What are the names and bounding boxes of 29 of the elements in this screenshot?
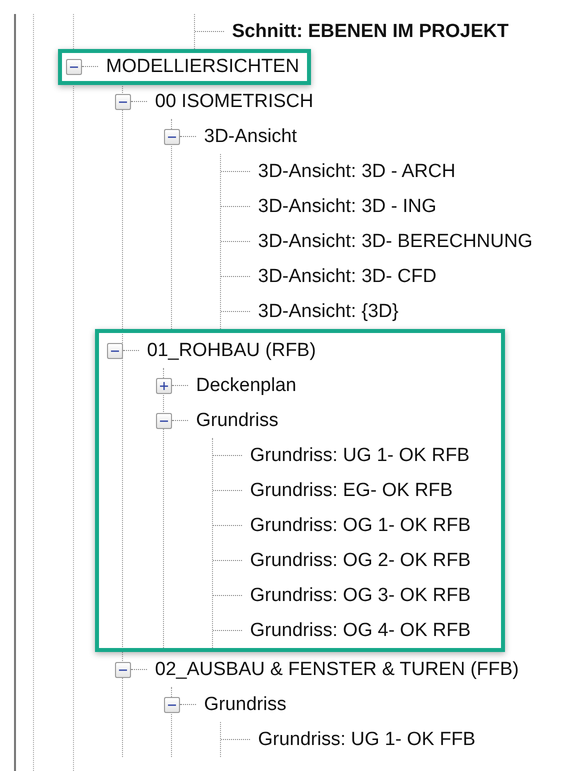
tree-item[interactable]: Grundriss: OG 1- OK RFB	[250, 514, 471, 536]
tree-item[interactable]: Grundriss: UG 1- OK FFB	[258, 728, 476, 750]
collapse-icon[interactable]	[115, 94, 131, 110]
tree-item[interactable]: Grundriss	[196, 410, 278, 432]
tree-item[interactable]: 3D-Ansicht: {3D}	[258, 300, 398, 322]
collapse-icon[interactable]	[156, 412, 172, 428]
tree-item[interactable]: Grundriss: EG- OK RFB	[250, 480, 453, 502]
tree-item[interactable]: Deckenplan	[196, 374, 296, 396]
collapse-icon[interactable]	[164, 696, 180, 712]
tree-item[interactable]: 3D-Ansicht: 3D - ING	[258, 196, 436, 218]
tree-item[interactable]: 02_AUSBAU & FENSTER & TUREN (FFB)	[155, 658, 519, 680]
tree-item[interactable]: Grundriss	[204, 694, 286, 716]
tree-item[interactable]: Schnitt: EBENEN IM PROJEKT	[232, 20, 509, 42]
tree-item[interactable]: Grundriss: OG 3- OK RFB	[250, 584, 471, 606]
collapse-icon[interactable]	[115, 662, 131, 678]
tree-item[interactable]: 3D-Ansicht: 3D - ARCH	[258, 160, 456, 182]
collapse-icon[interactable]	[107, 342, 123, 358]
tree-item[interactable]: MODELLIERSICHTEN	[106, 56, 300, 78]
tree-item[interactable]: Grundriss: UG 1- OK RFB	[250, 444, 470, 466]
collapse-icon[interactable]	[66, 58, 82, 74]
tree-item[interactable]: 3D-Ansicht	[204, 126, 297, 148]
collapse-icon[interactable]	[164, 128, 180, 144]
tree-item[interactable]: 3D-Ansicht: 3D- CFD	[258, 266, 436, 288]
tree-item[interactable]: Grundriss: OG 4- OK RFB	[250, 620, 471, 642]
tree-item[interactable]: 3D-Ansicht: 3D- BERECHNUNG	[258, 230, 532, 252]
tree-item[interactable]: 00 ISOMETRISCH	[155, 90, 314, 112]
tree-item[interactable]: Grundriss: OG 2- OK RFB	[250, 550, 471, 572]
tree-item[interactable]: 01_ROHBAU (RFB)	[147, 340, 316, 362]
expand-icon[interactable]	[156, 378, 172, 394]
